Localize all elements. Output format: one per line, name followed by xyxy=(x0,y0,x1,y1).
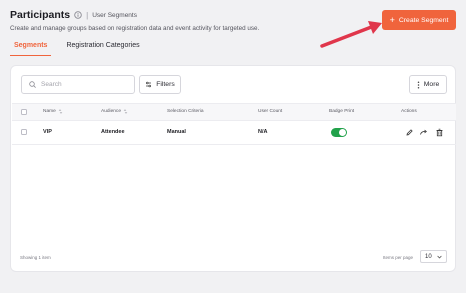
chevron-down-icon xyxy=(437,255,442,259)
column-badge-print: Badge Print xyxy=(329,109,355,114)
create-segment-button[interactable]: + Create Segment xyxy=(382,10,456,30)
row-checkbox[interactable] xyxy=(21,129,27,135)
page-subtitle: Create and manage groups based on regist… xyxy=(10,25,260,32)
search-input[interactable] xyxy=(41,81,131,88)
tab-bar: Segments Registration Categories xyxy=(10,42,140,56)
cell-name[interactable]: VIP xyxy=(43,129,52,135)
segments-card: Filters More Name Audience Selection Cri… xyxy=(10,65,456,272)
toggle-knob xyxy=(339,129,346,136)
tab-registration-categories[interactable]: Registration Categories xyxy=(66,42,139,56)
page-title: Participants xyxy=(10,9,71,21)
more-vertical-icon xyxy=(417,80,419,89)
showing-count: Showing 1 item xyxy=(20,255,51,260)
table-header: Name Audience Selection Criteria User Co… xyxy=(12,103,456,121)
column-selection-criteria: Selection Criteria xyxy=(167,109,204,114)
column-audience-label: Audience xyxy=(101,109,122,114)
cell-selection-criteria: Manual xyxy=(167,129,186,135)
sort-icon xyxy=(58,109,63,114)
edit-icon[interactable] xyxy=(405,128,414,137)
cell-audience: Attendee xyxy=(101,129,125,135)
sort-icon xyxy=(123,109,128,114)
search-box[interactable] xyxy=(21,75,135,94)
breadcrumb-separator: | xyxy=(86,10,89,20)
page-size-select[interactable]: 10 xyxy=(420,250,447,263)
plus-icon: + xyxy=(389,14,395,25)
share-icon[interactable] xyxy=(419,128,428,137)
table-row[interactable]: VIP Attendee Manual N/A xyxy=(12,121,456,145)
more-button[interactable]: More xyxy=(409,75,447,94)
column-audience[interactable]: Audience xyxy=(101,109,128,114)
info-icon[interactable] xyxy=(74,11,82,19)
page-header: Participants | User Segments xyxy=(10,9,137,21)
filters-label: Filters xyxy=(156,81,175,88)
column-actions: Actions xyxy=(401,109,417,114)
breadcrumb[interactable]: User Segments xyxy=(92,12,137,19)
cell-user-count: N/A xyxy=(258,129,268,135)
select-all-checkbox[interactable] xyxy=(21,109,27,115)
column-name-label: Name xyxy=(43,109,56,114)
trash-icon[interactable] xyxy=(435,128,444,137)
items-per-page-label: Items per page xyxy=(383,255,414,260)
column-user-count: User Count xyxy=(258,109,283,114)
search-icon xyxy=(29,81,36,88)
create-segment-label: Create Segment xyxy=(398,16,449,24)
filters-button[interactable]: Filters xyxy=(139,75,181,94)
tab-segments[interactable]: Segments xyxy=(10,42,52,56)
badge-print-toggle[interactable] xyxy=(331,128,347,137)
more-label: More xyxy=(423,81,440,88)
page-size-value: 10 xyxy=(425,253,432,260)
column-name[interactable]: Name xyxy=(43,109,63,114)
red-arrow-icon xyxy=(320,21,382,48)
filter-icon xyxy=(146,81,152,88)
